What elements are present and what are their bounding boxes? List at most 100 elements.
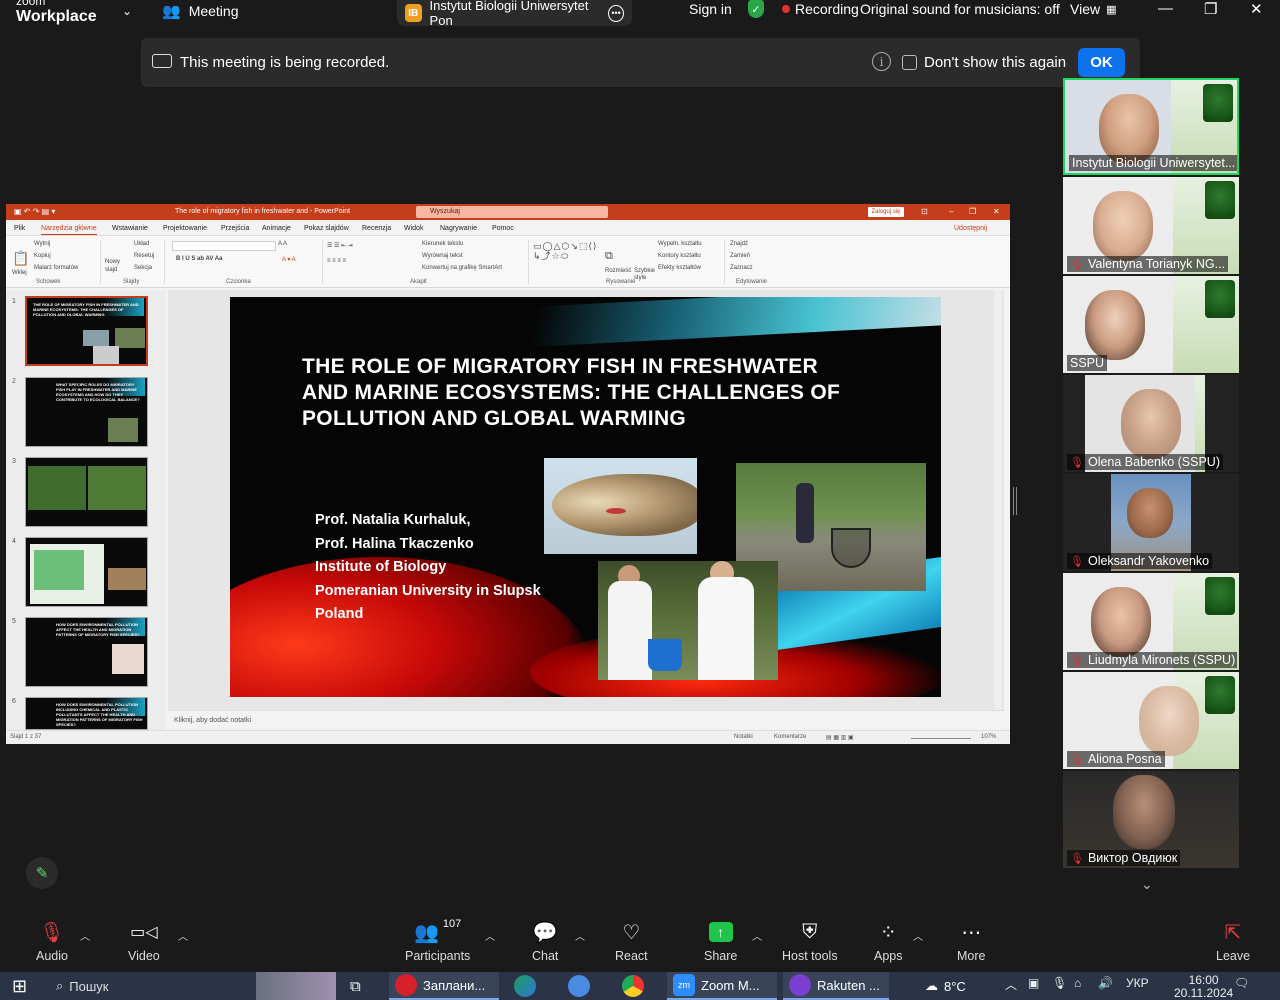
audio-button[interactable]: 🎙 Audio — [36, 918, 68, 964]
view-menu[interactable]: View ▦ — [1070, 1, 1117, 17]
tab-plik[interactable]: Plik — [14, 225, 25, 232]
shape-effects-button[interactable]: Efekty kształtów — [658, 265, 701, 271]
gallery-scroll-down-icon[interactable]: ⌄ — [1141, 876, 1153, 893]
slide-title[interactable]: THE ROLE OF MIGRATORY FISH IN FRESHWATER… — [302, 354, 862, 432]
network-icon[interactable]: ⌂ — [1074, 976, 1081, 990]
smartart-button[interactable]: Konwertuj na grafikę SmartArt — [422, 265, 502, 271]
new-slide-button[interactable]: Nowy slajd — [105, 258, 125, 274]
zoom-logo[interactable]: zoom Workplace — [16, 0, 97, 25]
audio-options-caret-icon[interactable]: ︿ — [80, 928, 90, 943]
participant-tile[interactable]: SSPU — [1063, 276, 1239, 373]
participants-button[interactable]: 👥 107 Participants — [405, 918, 470, 963]
copy-button[interactable]: Kopiuj — [34, 253, 51, 259]
reset-button[interactable]: Resetuj — [134, 253, 154, 259]
slide-thumbnail[interactable] — [25, 457, 148, 527]
shapes-gallery[interactable]: ▭◯△⬡↘⬚⟨⟩↳⤴☆⬭ — [533, 241, 603, 261]
ppt-login-button[interactable]: Zaloguj się — [868, 207, 904, 217]
shape-fill-button[interactable]: Wypełn. kształtu — [658, 241, 702, 247]
text-direction-button[interactable]: Kierunek tekstu — [422, 241, 463, 247]
ppt-share-button[interactable]: Udostępnij — [954, 225, 987, 232]
tab-home[interactable]: Narzędzia główne — [41, 225, 97, 235]
encryption-shield-icon[interactable]: ✓ — [748, 0, 764, 18]
comments-toggle[interactable]: Komentarze — [774, 734, 806, 740]
tab-help[interactable]: Pomoc — [492, 225, 514, 232]
list-buttons[interactable]: ☰ ☰ ⇤ ⇥ — [327, 242, 353, 249]
participant-tile[interactable]: 🎙 Olena Babenko (SSPU) — [1063, 375, 1239, 472]
arrange-button[interactable]: Rozmieść — [605, 268, 631, 274]
zoom-level[interactable]: 107% — [981, 734, 996, 740]
minimize-icon[interactable]: — — [1158, 0, 1173, 17]
original-sound-toggle[interactable]: Original sound for musicians: off — [860, 1, 1060, 17]
zoom-slider[interactable] — [911, 738, 971, 739]
chevron-down-icon[interactable]: ⌄ — [122, 4, 132, 18]
clock[interactable]: 16:00 20.11.2024 — [1174, 974, 1233, 1000]
more-icon[interactable]: ••• — [608, 4, 624, 22]
apps-caret-icon[interactable]: ︿ — [913, 928, 923, 943]
participant-tile[interactable]: 🎙 Liudmyla Mironets (SSPU) — [1063, 573, 1239, 670]
close-icon[interactable]: ✕ — [1250, 0, 1263, 18]
video-button[interactable]: ▭◁ Video — [128, 918, 160, 963]
dont-show-label[interactable]: Don't show this again — [924, 54, 1066, 71]
participants-caret-icon[interactable]: ︿ — [485, 928, 495, 943]
ppt-search[interactable]: Wyszukaj — [416, 206, 608, 218]
tray-camera-icon[interactable]: ▣ — [1028, 976, 1039, 990]
participant-tile[interactable]: 🎙 Aliona Posna — [1063, 672, 1239, 769]
tab-review[interactable]: Recenzja — [362, 225, 391, 232]
notes-toggle[interactable]: Notatki — [734, 734, 753, 740]
notes-pane[interactable]: Kliknij, aby dodać notatki — [168, 710, 1004, 730]
taskbar-chromium-icon[interactable] — [568, 972, 590, 1000]
restore-icon[interactable]: ❐ — [1204, 0, 1217, 18]
ppt-ribbon-toggle-icon[interactable]: ⊡ — [921, 207, 928, 216]
tab-animations[interactable]: Animacje — [262, 225, 291, 232]
section-button[interactable]: Sekcja — [134, 265, 152, 271]
select-button[interactable]: Zaznacz — [730, 265, 753, 271]
slide-thumbnail[interactable] — [25, 537, 148, 607]
volume-icon[interactable]: 🔊 — [1098, 976, 1113, 990]
tab-recording[interactable]: Nagrywanie — [440, 225, 477, 232]
taskbar-app-rakuten[interactable]: Rakuten ... — [783, 972, 889, 1000]
react-button[interactable]: ♡ React — [615, 918, 648, 964]
participant-tile[interactable]: 🎙 Oleksandr Yakovenko — [1063, 474, 1239, 571]
participant-tile[interactable]: 🎙 Valentyna Torianyk NG... — [1063, 177, 1239, 274]
paste-icon[interactable]: 📋 — [12, 250, 29, 267]
view-buttons[interactable]: ▤ ▦ ▥ ▣ — [826, 734, 854, 741]
ppt-restore-icon[interactable]: ❐ — [969, 207, 976, 216]
ppt-quick-access-icon[interactable]: ▣ ↶ ↷ ▤ ▾ — [14, 207, 55, 216]
slide-authors[interactable]: Prof. Natalia Kurhaluk, Prof. Halina Tka… — [315, 509, 541, 627]
meeting-menu[interactable]: 👥 Meeting — [162, 2, 239, 20]
meeting-tab[interactable]: IB Instytut Biologii Uniwersytet Pon ••• — [397, 0, 632, 28]
participant-tile[interactable]: 🎙 Виктор Овдиюк — [1063, 771, 1239, 868]
photo-trout[interactable] — [544, 458, 697, 554]
split-resize-handle[interactable] — [1013, 487, 1017, 515]
windows-start-icon[interactable]: ⊞ — [12, 972, 38, 1000]
annotate-pencil-icon[interactable]: ✎ — [26, 857, 58, 889]
ppt-vertical-scrollbar[interactable] — [994, 290, 1002, 710]
task-view-icon[interactable]: ⧉ — [350, 972, 361, 1000]
tab-insert[interactable]: Wstawianie — [112, 225, 148, 232]
taskbar-edge-icon[interactable] — [514, 972, 536, 1000]
cut-button[interactable]: Wytnij — [34, 241, 50, 247]
layout-button[interactable]: Układ — [134, 241, 149, 247]
quick-styles-button[interactable]: Szybkie style — [634, 268, 656, 282]
taskbar-app-opera[interactable]: Заплани... — [389, 972, 499, 1000]
notes-placeholder[interactable]: Kliknij, aby dodać notatki — [174, 717, 251, 724]
taskbar-chrome-icon[interactable] — [622, 972, 644, 1000]
font-name-select[interactable] — [172, 241, 276, 251]
tab-slideshow[interactable]: Pokaz slajdów — [304, 225, 349, 232]
find-button[interactable]: Znajdź — [730, 241, 748, 247]
photo-researchers[interactable] — [598, 561, 778, 680]
taskbar-app-zoom[interactable]: zm Zoom M... — [667, 972, 777, 1000]
sign-in-link[interactable]: Sign in — [689, 1, 732, 17]
font-size-buttons[interactable]: A A — [278, 241, 287, 247]
arrange-icon[interactable]: ⧉ — [605, 250, 613, 263]
host-tools-button[interactable]: ⛨ Host tools — [782, 918, 838, 964]
ppt-minimize-icon[interactable]: – — [949, 207, 953, 216]
tab-design[interactable]: Projektowanie — [163, 225, 207, 232]
share-caret-icon[interactable]: ︿ — [752, 928, 762, 943]
weather-widget[interactable]: ☁ 8°C — [925, 972, 966, 1000]
participant-tile[interactable]: Instytut Biologii Uniwersytet... — [1063, 78, 1239, 175]
paste-label[interactable]: Wklej — [12, 270, 27, 276]
align-buttons[interactable]: ≡ ≡ ≡ ≡ — [327, 258, 346, 264]
leave-button[interactable]: ⇱ Leave — [1216, 918, 1250, 964]
format-painter-button[interactable]: Malarz formatów — [34, 265, 78, 271]
